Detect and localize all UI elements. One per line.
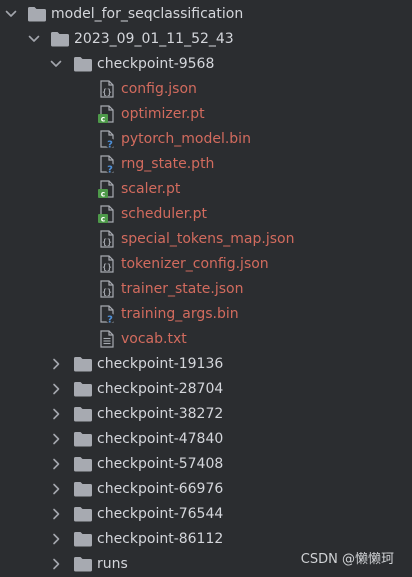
json-file-icon: {} — [98, 230, 118, 248]
folder-label: checkpoint-38272 — [97, 406, 224, 422]
watermark-text: CSDN @懒懒珂 — [300, 552, 394, 567]
folder-label: checkpoint-47840 — [97, 431, 224, 447]
tree-node-run[interactable]: 2023_09_01_11_52_43 — [0, 27, 412, 52]
pt-file-icon: c — [98, 205, 118, 223]
tree-node-checkpoint-19136[interactable]: checkpoint-19136 — [0, 352, 412, 377]
project-tree: model_for_seqclassification 2023_09_01_1… — [0, 0, 412, 576]
tree-file-tokenizer-config-json[interactable]: {} tokenizer_config.json — [0, 252, 412, 277]
pt-file-icon: c — [98, 105, 118, 123]
tree-file-rng-state-pth[interactable]: ? rng_state.pth — [0, 152, 412, 177]
chevron-right-icon[interactable] — [48, 506, 64, 522]
file-label: pytorch_model.bin — [121, 131, 251, 147]
folder-icon — [27, 5, 47, 23]
folder-label: checkpoint-76544 — [97, 506, 224, 522]
folder-icon — [73, 455, 93, 473]
folder-label: checkpoint-9568 — [97, 56, 215, 72]
svg-text:c: c — [101, 190, 105, 199]
folder-icon — [73, 555, 93, 573]
file-label: special_tokens_map.json — [121, 231, 295, 247]
chevron-right-icon[interactable] — [48, 531, 64, 547]
folder-icon — [73, 430, 93, 448]
tree-node-checkpoint-47840[interactable]: checkpoint-47840 — [0, 427, 412, 452]
tree-file-scheduler-pt[interactable]: c scheduler.pt — [0, 202, 412, 227]
tree-node-checkpoint-open[interactable]: checkpoint-9568 — [0, 52, 412, 77]
chevron-right-icon[interactable] — [48, 456, 64, 472]
folder-label: checkpoint-19136 — [97, 356, 224, 372]
svg-text:{}: {} — [102, 238, 112, 247]
chevron-right-icon[interactable] — [48, 431, 64, 447]
chevron-right-icon[interactable] — [48, 356, 64, 372]
chevron-right-icon[interactable] — [48, 481, 64, 497]
folder-label: 2023_09_01_11_52_43 — [74, 31, 234, 47]
tree-file-config-json[interactable]: {} config.json — [0, 77, 412, 102]
file-label: rng_state.pth — [121, 156, 215, 172]
tree-node-checkpoint-38272[interactable]: checkpoint-38272 — [0, 402, 412, 427]
folder-label: checkpoint-28704 — [97, 381, 224, 397]
tree-file-pytorch-model-bin[interactable]: ? pytorch_model.bin — [0, 127, 412, 152]
svg-text:{}: {} — [102, 288, 112, 297]
unknown-file-icon: ? — [98, 305, 118, 323]
svg-text:c: c — [101, 215, 105, 224]
tree-file-trainer-state-json[interactable]: {} trainer_state.json — [0, 277, 412, 302]
folder-icon — [73, 530, 93, 548]
file-label: tokenizer_config.json — [121, 256, 269, 272]
chevron-right-icon[interactable] — [48, 556, 64, 572]
file-label: vocab.txt — [121, 331, 187, 347]
folder-icon — [73, 380, 93, 398]
svg-text:{}: {} — [102, 263, 112, 272]
file-label: training_args.bin — [121, 306, 239, 322]
tree-file-training-args-bin[interactable]: ? training_args.bin — [0, 302, 412, 327]
tree-node-checkpoint-57408[interactable]: checkpoint-57408 — [0, 452, 412, 477]
tree-file-optimizer-pt[interactable]: c optimizer.pt — [0, 102, 412, 127]
text-file-icon — [98, 330, 118, 348]
unknown-file-icon: ? — [98, 130, 118, 148]
folder-label: model_for_seqclassification — [51, 6, 244, 22]
svg-text:?: ? — [107, 315, 113, 324]
file-label: scaler.pt — [121, 181, 181, 197]
pt-file-icon: c — [98, 180, 118, 198]
svg-text:?: ? — [107, 165, 113, 174]
folder-label: runs — [97, 556, 128, 572]
json-file-icon: {} — [98, 255, 118, 273]
chevron-down-icon[interactable] — [3, 6, 19, 22]
file-label: trainer_state.json — [121, 281, 244, 297]
svg-text:{}: {} — [102, 88, 112, 97]
tree-node-checkpoint-66976[interactable]: checkpoint-66976 — [0, 477, 412, 502]
tree-node-root[interactable]: model_for_seqclassification — [0, 2, 412, 27]
folder-icon — [73, 405, 93, 423]
folder-icon — [50, 30, 70, 48]
folder-icon — [73, 505, 93, 523]
tree-file-special-tokens-map-json[interactable]: {} special_tokens_map.json — [0, 227, 412, 252]
folder-icon — [73, 480, 93, 498]
chevron-down-icon[interactable] — [48, 56, 64, 72]
svg-text:c: c — [101, 115, 105, 124]
tree-node-checkpoint-76544[interactable]: checkpoint-76544 — [0, 502, 412, 527]
chevron-right-icon[interactable] — [48, 406, 64, 422]
folder-icon — [73, 55, 93, 73]
folder-label: checkpoint-57408 — [97, 456, 224, 472]
svg-text:?: ? — [107, 140, 113, 149]
chevron-down-icon[interactable] — [26, 31, 42, 47]
file-label: optimizer.pt — [121, 106, 205, 122]
folder-label: checkpoint-66976 — [97, 481, 224, 497]
unknown-file-icon: ? — [98, 155, 118, 173]
chevron-right-icon[interactable] — [48, 381, 64, 397]
tree-file-vocab-txt[interactable]: vocab.txt — [0, 327, 412, 352]
tree-file-scaler-pt[interactable]: c scaler.pt — [0, 177, 412, 202]
file-label: scheduler.pt — [121, 206, 208, 222]
file-label: config.json — [121, 81, 197, 97]
json-file-icon: {} — [98, 280, 118, 298]
folder-icon — [73, 355, 93, 373]
folder-label: checkpoint-86112 — [97, 531, 224, 547]
tree-node-checkpoint-28704[interactable]: checkpoint-28704 — [0, 377, 412, 402]
json-file-icon: {} — [98, 80, 118, 98]
